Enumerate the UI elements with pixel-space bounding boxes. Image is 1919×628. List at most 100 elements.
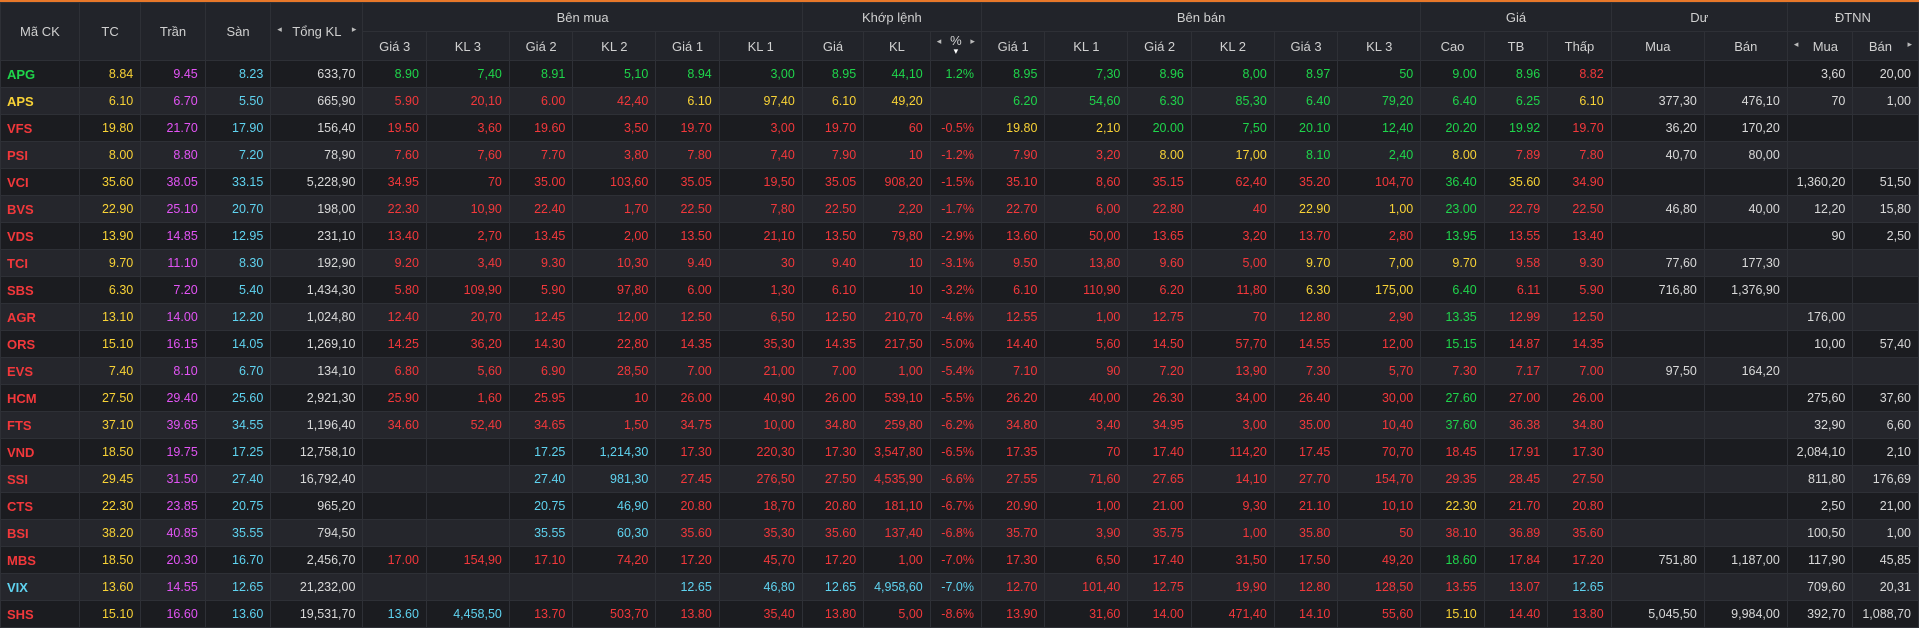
symbol-cell[interactable]: PSI <box>0 141 80 169</box>
table-row[interactable]: APG 8.84 9.45 8.23 633,70 8.90 7,40 8.91 5,10 8.9… <box>0 60 1919 88</box>
bid-price2-cell[interactable]: 13.45 <box>508 222 574 250</box>
ask-price3-cell[interactable]: 12.80 <box>1273 573 1339 601</box>
table-row[interactable]: ORS 15.10 16.15 14.05 1,269,10 14.25 36,20 14.3… <box>0 330 1919 358</box>
bid-price3-cell[interactable]: 5.90 <box>362 87 427 115</box>
ask-price3-cell[interactable]: 26.40 <box>1273 384 1339 412</box>
col-header-ask-price1[interactable]: Giá 1 <box>980 31 1046 61</box>
bid-price2-cell[interactable]: 20.75 <box>508 492 574 520</box>
table-row[interactable]: VDS 13.90 14.85 12.95 231,10 13.40 2,70 13.45 2,… <box>0 222 1919 250</box>
ask-price2-cell[interactable]: 21.00 <box>1127 492 1192 520</box>
bid-price2-cell[interactable]: 35.00 <box>508 168 574 196</box>
symbol-cell[interactable]: ORS <box>0 330 80 358</box>
bid-price2-cell[interactable]: 9.30 <box>508 249 574 277</box>
symbol-cell[interactable]: CTS <box>0 492 80 520</box>
bid-price1-cell[interactable]: 35.05 <box>655 168 720 196</box>
table-row[interactable]: VIX 13.60 14.55 12.65 21,232,00 12.65 46,80 12.… <box>0 573 1919 601</box>
bid-price3-cell[interactable]: 9.20 <box>362 249 427 277</box>
ask-price1-cell[interactable]: 17.30 <box>980 546 1046 574</box>
ask-price3-cell[interactable]: 6.30 <box>1273 276 1339 304</box>
bid-price3-cell[interactable]: 14.25 <box>362 330 427 358</box>
ask-price2-cell[interactable]: 14.00 <box>1127 600 1192 628</box>
bid-price3-cell[interactable]: 6.80 <box>362 357 427 385</box>
bid-price2-cell[interactable]: 19.60 <box>508 114 574 142</box>
bid-price1-cell[interactable]: 35.60 <box>655 519 720 547</box>
symbol-cell[interactable]: MBS <box>0 546 80 574</box>
bid-price3-cell[interactable] <box>362 438 427 466</box>
table-row[interactable]: HCM 27.50 29.40 25.60 2,921,30 25.90 1,60 25.95… <box>0 384 1919 412</box>
col-header-remaining-buy[interactable]: Mua <box>1610 31 1705 61</box>
symbol-cell[interactable]: AGR <box>0 303 80 331</box>
symbol-cell[interactable]: BVS <box>0 195 80 223</box>
bid-price3-cell[interactable]: 22.30 <box>362 195 427 223</box>
symbol-cell[interactable]: SBS <box>0 276 80 304</box>
ask-price1-cell[interactable]: 17.35 <box>980 438 1046 466</box>
symbol-cell[interactable]: SHS <box>0 600 80 628</box>
table-row[interactable]: BSI 38.20 40.85 35.55 794,50 35.55 60,30 35.60 3… <box>0 519 1919 547</box>
ask-price3-cell[interactable]: 8.10 <box>1273 141 1339 169</box>
col-header-bid-vol3[interactable]: KL 3 <box>425 31 510 61</box>
ask-price3-cell[interactable]: 7.30 <box>1273 357 1339 385</box>
col-header-bid-vol1[interactable]: KL 1 <box>718 31 803 61</box>
col-header-bid-price3[interactable]: Giá 3 <box>362 31 427 61</box>
symbol-cell[interactable]: VND <box>0 438 80 466</box>
ask-price1-cell[interactable]: 34.80 <box>980 411 1046 439</box>
col-header-foreign-sell[interactable]: Bán ▸ <box>1852 31 1919 61</box>
ask-price2-cell[interactable]: 35.15 <box>1127 168 1192 196</box>
table-row[interactable]: APS 6.10 6.70 5.50 665,90 5.90 20,10 6.00 42,40 6… <box>0 87 1919 115</box>
bid-price1-cell[interactable]: 12.65 <box>655 573 720 601</box>
col-header-remaining-sell[interactable]: Bán <box>1703 31 1788 61</box>
ask-price3-cell[interactable]: 35.20 <box>1273 168 1339 196</box>
bid-price2-cell[interactable]: 25.95 <box>508 384 574 412</box>
bid-price2-cell[interactable]: 5.90 <box>508 276 574 304</box>
symbol-cell[interactable]: EVS <box>0 357 80 385</box>
ask-price2-cell[interactable]: 34.95 <box>1127 411 1192 439</box>
ask-price1-cell[interactable]: 13.90 <box>980 600 1046 628</box>
bid-price1-cell[interactable]: 26.00 <box>655 384 720 412</box>
col-header-match-volume[interactable]: KL <box>863 31 931 61</box>
bid-price3-cell[interactable]: 8.90 <box>362 60 427 88</box>
ask-price3-cell[interactable]: 35.00 <box>1273 411 1339 439</box>
bid-price2-cell[interactable]: 12.45 <box>508 303 574 331</box>
ask-price1-cell[interactable]: 35.70 <box>980 519 1046 547</box>
bid-price2-cell[interactable]: 8.91 <box>508 60 574 88</box>
ask-price3-cell[interactable]: 35.80 <box>1273 519 1339 547</box>
bid-price2-cell[interactable]: 17.10 <box>508 546 574 574</box>
col-header-low[interactable]: Thấp <box>1547 31 1612 61</box>
scroll-left-icon[interactable]: ◂ <box>277 24 282 35</box>
bid-price2-cell[interactable]: 6.90 <box>508 357 574 385</box>
ask-price1-cell[interactable]: 7.10 <box>980 357 1046 385</box>
bid-price1-cell[interactable]: 17.20 <box>655 546 720 574</box>
ask-price2-cell[interactable]: 26.30 <box>1127 384 1192 412</box>
ask-price2-cell[interactable]: 8.96 <box>1127 60 1192 88</box>
col-header-ask-vol1[interactable]: KL 1 <box>1044 31 1129 61</box>
ask-price1-cell[interactable]: 14.40 <box>980 330 1046 358</box>
bid-price2-cell[interactable]: 7.70 <box>508 141 574 169</box>
bid-price3-cell[interactable] <box>362 573 427 601</box>
ask-price2-cell[interactable]: 13.65 <box>1127 222 1192 250</box>
ask-price3-cell[interactable]: 22.90 <box>1273 195 1339 223</box>
col-header-ask-vol2[interactable]: KL 2 <box>1190 31 1275 61</box>
symbol-cell[interactable]: VIX <box>0 573 80 601</box>
symbol-cell[interactable]: VCI <box>0 168 80 196</box>
ask-price1-cell[interactable]: 8.95 <box>980 60 1046 88</box>
bid-price1-cell[interactable]: 19.70 <box>655 114 720 142</box>
bid-price3-cell[interactable] <box>362 492 427 520</box>
match-scroll-right-icon[interactable]: ▸ <box>970 36 975 47</box>
bid-price3-cell[interactable]: 5.80 <box>362 276 427 304</box>
table-row[interactable]: VCI 35.60 38.05 33.15 5,228,90 34.95 70 35.00 10… <box>0 168 1919 196</box>
ask-price3-cell[interactable]: 17.50 <box>1273 546 1339 574</box>
bid-price2-cell[interactable]: 34.65 <box>508 411 574 439</box>
table-row[interactable]: BVS 22.90 25.10 20.70 198,00 22.30 10,90 22.40 1… <box>0 195 1919 223</box>
foreign-scroll-right-icon[interactable]: ▸ <box>1907 39 1912 50</box>
col-header-ceiling[interactable]: Trần <box>140 2 206 61</box>
bid-price3-cell[interactable]: 13.60 <box>362 600 427 628</box>
ask-price2-cell[interactable]: 12.75 <box>1127 573 1192 601</box>
ask-price2-cell[interactable]: 6.30 <box>1127 87 1192 115</box>
ask-price1-cell[interactable]: 9.50 <box>980 249 1046 277</box>
bid-price1-cell[interactable]: 34.75 <box>655 411 720 439</box>
col-header-total-volume[interactable]: ◂ Tổng KL ▸ <box>270 2 364 61</box>
table-row[interactable]: VND 18.50 19.75 17.25 12,758,10 17.25 1,214,30… <box>0 438 1919 466</box>
table-row[interactable]: TCI 9.70 11.10 8.30 192,90 9.20 3,40 9.30 10,30 9… <box>0 249 1919 277</box>
ask-price3-cell[interactable]: 17.45 <box>1273 438 1339 466</box>
bid-price1-cell[interactable]: 22.50 <box>655 195 720 223</box>
